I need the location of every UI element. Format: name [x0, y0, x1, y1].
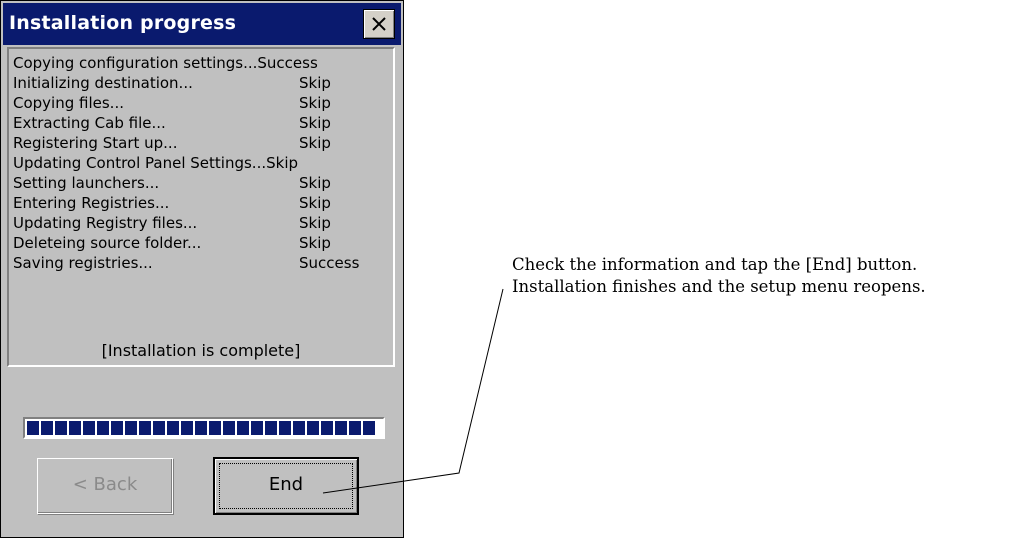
annotation-line-1: Check the information and tap the [End] …	[512, 255, 918, 274]
annotation: Check the information and tap the [End] …	[512, 254, 926, 298]
annotation-line-2: Installation finishes and the setup menu…	[512, 277, 926, 296]
